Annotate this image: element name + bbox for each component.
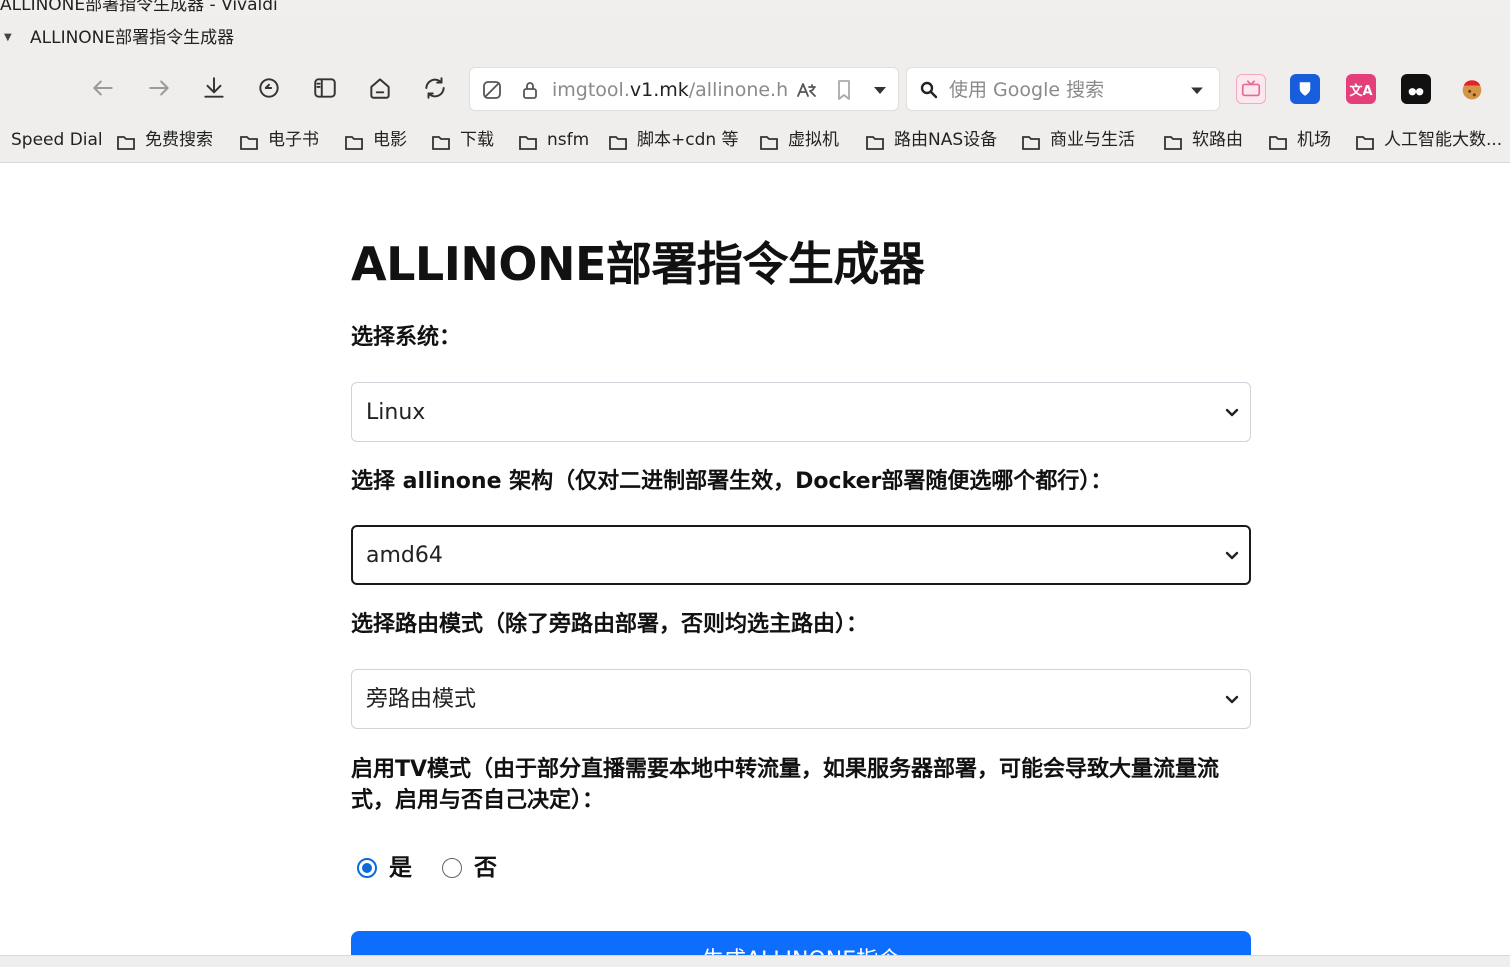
window-title: ALLINONE部署指令生成器 - Vivaldi	[0, 0, 1510, 18]
forward-icon[interactable]	[141, 70, 177, 106]
tampermonkey-icon[interactable]	[1401, 74, 1431, 104]
status-bar	[0, 955, 1510, 967]
block-trackers-icon[interactable]	[480, 78, 504, 102]
tv-radio-no[interactable]	[442, 858, 462, 878]
folder-icon	[240, 133, 258, 150]
bookmark-folder[interactable]: 脚本+cdn 等	[609, 128, 739, 152]
folder-icon	[345, 133, 363, 150]
chevron-down-icon	[1224, 691, 1240, 707]
bookmark-folder[interactable]: 免费搜索	[117, 128, 213, 152]
bookmark-icon[interactable]	[832, 78, 856, 102]
route-select[interactable]: 旁路由模式	[351, 669, 1251, 729]
search-engine-dropdown-icon[interactable]	[1187, 80, 1207, 100]
bookmark-folder[interactable]: 电影	[345, 128, 407, 152]
folder-icon	[760, 133, 778, 150]
bookmark-speed-dial[interactable]: Speed Dial	[11, 128, 103, 152]
tv-radio-no-label[interactable]: 否	[474, 854, 497, 882]
arch-select[interactable]: amd64	[351, 525, 1251, 585]
bookmark-folder[interactable]: 商业与生活	[1022, 128, 1135, 152]
tv-radio-group: 是 否	[357, 854, 527, 882]
search-placeholder: 使用 Google 搜索	[949, 79, 1105, 101]
cookie-icon[interactable]	[1457, 74, 1487, 104]
chevron-down-icon	[1224, 404, 1240, 420]
translate-icon[interactable]: 文A	[1346, 74, 1376, 104]
search-field[interactable]: 使用 Google 搜索	[906, 67, 1220, 111]
tv-label: 启用TV模式（由于部分直播需要本地中转流量，如果服务器部署，可能会导致大量流量流…	[351, 757, 1220, 813]
folder-icon	[866, 133, 884, 150]
bookmark-folder[interactable]: 虚拟机	[760, 128, 839, 152]
system-label: 选择系统：	[351, 325, 462, 350]
arch-label: 选择 allinone 架构（仅对二进制部署生效，Docker部署随便选哪个都行…	[351, 469, 1113, 494]
chevron-down-icon	[1224, 547, 1240, 563]
tab-bar: ▼ ALLINONE部署指令生成器	[0, 18, 1510, 60]
tv-radio-yes-label[interactable]: 是	[389, 854, 412, 882]
panel-toggle-icon[interactable]	[307, 70, 343, 106]
bookmark-folder[interactable]: 下载	[432, 128, 494, 152]
rewind-icon[interactable]	[251, 70, 287, 106]
folder-icon	[1164, 133, 1182, 150]
bookmark-folder[interactable]: 路由NAS设备	[866, 128, 997, 152]
tab-active[interactable]: ALLINONE部署指令生成器	[30, 26, 234, 50]
folder-icon	[117, 133, 135, 150]
tv-radio-yes[interactable]	[357, 858, 377, 878]
folder-icon	[432, 133, 450, 150]
folder-icon	[519, 133, 537, 150]
system-select[interactable]: Linux	[351, 382, 1251, 442]
bookmark-folder[interactable]: 机场	[1269, 128, 1331, 152]
bookmark-folder[interactable]: nsfm	[519, 128, 589, 152]
search-icon	[917, 78, 941, 102]
bookmarks-bar: Speed Dial 免费搜索 电子书 电影 下载 nsfm 脚本+cdn 等 …	[0, 118, 1510, 163]
tab-collapse-icon[interactable]: ▼	[4, 31, 18, 45]
translate-page-icon[interactable]	[794, 78, 818, 102]
bitwarden-icon[interactable]	[1290, 74, 1320, 104]
page-content: ALLINONE部署指令生成器 选择系统： Linux 选择 allinone …	[0, 164, 1510, 955]
url-text[interactable]: imgtool.v1.mk/allinone.ht...	[552, 78, 788, 102]
folder-icon	[1356, 133, 1374, 150]
folder-icon	[1022, 133, 1040, 150]
generate-button[interactable]: 生成ALLINONE指令	[351, 931, 1251, 955]
address-bar[interactable]: imgtool.v1.mk/allinone.ht...	[469, 67, 899, 111]
folder-icon	[1269, 133, 1287, 150]
lock-icon[interactable]	[518, 78, 542, 102]
bookmark-folder[interactable]: 电子书	[240, 128, 319, 152]
bookmark-folder[interactable]: 软路由	[1164, 128, 1243, 152]
home-icon[interactable]	[362, 70, 398, 106]
reload-icon[interactable]	[417, 70, 453, 106]
arch-select-value: amd64	[366, 543, 443, 568]
chevron-down-icon[interactable]	[868, 78, 892, 102]
route-label: 选择路由模式（除了旁路由部署，否则均选主路由）：	[351, 612, 869, 637]
folder-icon	[609, 133, 627, 150]
tv-icon[interactable]	[1236, 74, 1266, 104]
bookmark-folder[interactable]: 人工智能大数...	[1356, 128, 1502, 152]
toolbar: imgtool.v1.mk/allinone.ht... 使用 Google 搜…	[0, 60, 1510, 118]
route-select-value: 旁路由模式	[366, 687, 477, 712]
system-select-value: Linux	[366, 400, 426, 425]
page-title: ALLINONE部署指令生成器	[351, 237, 925, 291]
back-icon[interactable]	[85, 70, 121, 106]
download-icon[interactable]	[196, 70, 232, 106]
